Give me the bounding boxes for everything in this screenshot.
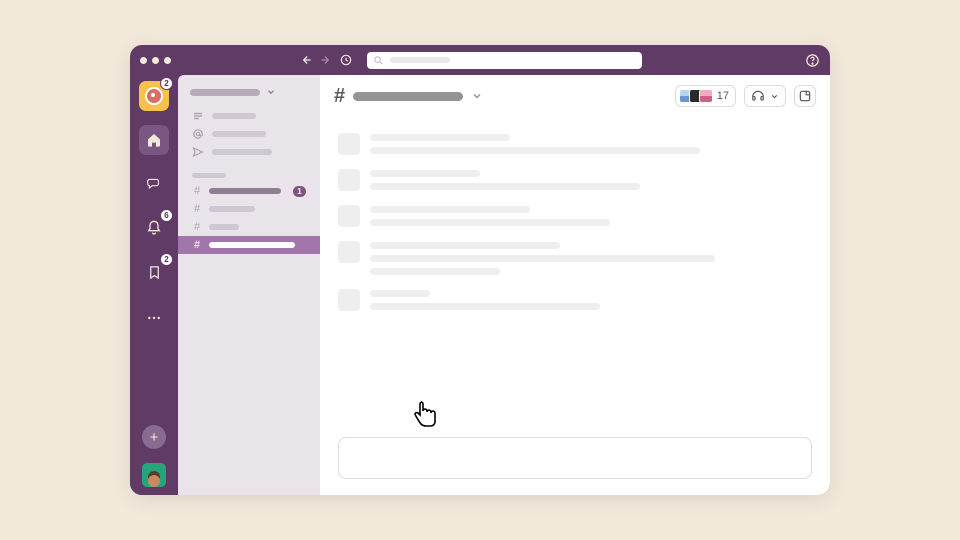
message-text — [370, 206, 530, 213]
message-text — [370, 134, 510, 141]
dms-button[interactable] — [139, 169, 169, 199]
chevron-down-icon[interactable] — [471, 90, 483, 102]
message-avatar — [338, 169, 360, 191]
message-text — [370, 268, 500, 275]
chevron-down-icon — [266, 87, 276, 97]
more-button[interactable] — [139, 303, 169, 333]
channel-sidebar: #1### — [178, 75, 320, 495]
nav-threads[interactable] — [178, 107, 320, 125]
workspace-switcher[interactable]: 2 — [139, 81, 169, 111]
member-avatar — [699, 89, 713, 103]
canvas-button[interactable] — [794, 85, 816, 107]
section-label — [192, 173, 226, 178]
home-button[interactable] — [139, 125, 169, 155]
hash-icon: # — [334, 85, 345, 108]
window-dot[interactable] — [164, 57, 171, 64]
history-icon[interactable] — [339, 53, 353, 67]
nav-label — [212, 149, 272, 155]
window-controls[interactable] — [140, 57, 171, 64]
window-dot[interactable] — [152, 57, 159, 64]
message-text — [370, 303, 600, 310]
activity-badge: 6 — [160, 209, 173, 222]
channel-item[interactable]: # — [178, 236, 320, 254]
nav-mentions[interactable] — [178, 125, 320, 143]
hash-icon: # — [192, 185, 202, 197]
member-count: 17 — [717, 90, 729, 102]
message-text — [370, 255, 715, 262]
later-badge: 2 — [160, 253, 173, 266]
hash-icon: # — [192, 239, 202, 251]
channel-label — [209, 242, 295, 248]
titlebar — [130, 45, 830, 75]
message-avatar — [338, 289, 360, 311]
workspace-menu[interactable] — [178, 83, 320, 107]
hash-icon: # — [192, 203, 202, 215]
channel-item[interactable]: # — [178, 218, 320, 236]
message-text — [370, 183, 640, 190]
message-avatar — [338, 205, 360, 227]
channel-name[interactable] — [353, 92, 463, 101]
workspace-rail: 2 6 2 + — [130, 75, 178, 495]
workspace-name — [190, 89, 260, 96]
message-text — [370, 170, 480, 177]
search-icon — [373, 55, 384, 66]
nav-label — [212, 113, 256, 119]
search-input[interactable] — [367, 52, 642, 69]
channel-header: # 17 — [320, 75, 830, 117]
channel-item[interactable]: # — [178, 200, 320, 218]
search-placeholder — [390, 57, 450, 63]
message — [338, 289, 812, 311]
activity-button[interactable]: 6 — [139, 213, 169, 243]
window-dot[interactable] — [140, 57, 147, 64]
nav-drafts[interactable] — [178, 143, 320, 161]
huddle-button[interactable] — [744, 85, 786, 107]
create-button[interactable]: + — [142, 425, 166, 449]
message-text — [370, 147, 700, 154]
channel-label — [209, 188, 281, 194]
channel-label — [209, 206, 255, 212]
message-text — [370, 219, 610, 226]
channel-label — [209, 224, 239, 230]
hash-icon: # — [192, 221, 202, 233]
message — [338, 205, 812, 227]
message — [338, 133, 812, 155]
back-icon[interactable] — [299, 53, 313, 67]
message — [338, 241, 812, 275]
nav-label — [212, 131, 266, 137]
channel-view: # 17 — [320, 75, 830, 495]
workspace-badge: 2 — [160, 77, 173, 90]
forward-icon[interactable] — [319, 53, 333, 67]
message-avatar — [338, 241, 360, 263]
message-composer[interactable] — [338, 437, 812, 479]
member-count-button[interactable]: 17 — [675, 85, 736, 107]
user-avatar[interactable] — [142, 463, 166, 487]
message-text — [370, 242, 560, 249]
message — [338, 169, 812, 191]
unread-badge: 1 — [293, 186, 306, 197]
message-feed — [320, 117, 830, 431]
later-button[interactable]: 2 — [139, 257, 169, 287]
message-avatar — [338, 133, 360, 155]
channel-item[interactable]: #1 — [178, 182, 320, 200]
app-window: 2 6 2 + — [130, 45, 830, 495]
help-icon[interactable] — [805, 53, 820, 68]
message-text — [370, 290, 430, 297]
